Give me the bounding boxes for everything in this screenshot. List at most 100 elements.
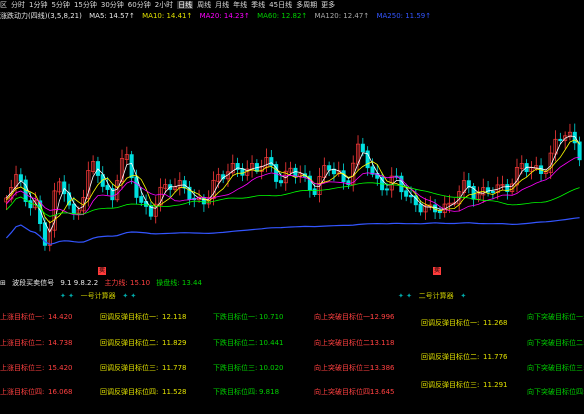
calc-label: 下跌目标位四: — [213, 388, 258, 396]
calc-label: 上涨目标位四: — [0, 388, 45, 396]
calc-row: 回调反弹目标位一: 12.118 — [100, 311, 187, 323]
calculator-2-header: ✦ ✦ 二号计算器 ✦ — [398, 292, 467, 300]
indicator-icon: ⊞ — [0, 279, 6, 287]
moving-average-line — [6, 156, 580, 216]
star-icon: ✦ ✦ — [122, 292, 137, 300]
calculator-1-header: ✦ ✦ 一号计算器 ✦ ✦ — [60, 292, 137, 300]
calc-row: 下跌目标位四: 9.818 — [213, 386, 279, 398]
indicator-value-3: 操盘线: 13.44 — [156, 279, 202, 287]
star-icon: ✦ — [460, 292, 467, 300]
period-tab[interactable]: 45日线 — [269, 1, 292, 9]
ma10-value: MA10: 14.41↑ — [142, 12, 193, 20]
star-icon: ✦ ✦ — [398, 292, 412, 300]
candle-body — [341, 170, 346, 183]
ma-info-bar: 涨跌动力(四线)(3,5,8,21) MA5: 14.57↑ MA10: 14.… — [0, 10, 584, 22]
calc-row: 向下突破目标位二: — [527, 337, 584, 349]
candle-body — [360, 143, 365, 153]
calc-value: 10.020 — [259, 364, 284, 372]
moving-average-line — [5, 217, 580, 246]
period-tab[interactable]: 年线 — [233, 1, 247, 9]
period-tab[interactable]: 5分钟 — [51, 1, 69, 9]
calc-value: 12.118 — [162, 313, 187, 321]
period-toolbar: 区分时 1分钟 5分钟 15分钟 30分钟 60分钟 2小时 日线 周线 月线 年线 季线 45日线 多周… — [0, 0, 584, 10]
period-tab[interactable]: 更多 — [321, 1, 335, 9]
calc-row: 上涨目标位四: 16.068 — [0, 386, 73, 398]
calc-value: 9.818 — [259, 388, 280, 396]
period-tab[interactable]: 多周期 — [296, 1, 317, 9]
period-tab[interactable]: 1分钟 — [29, 1, 47, 9]
calc-label: 向下突破目标位三: — [527, 364, 584, 372]
period-tab[interactable]: 分时 — [11, 1, 25, 9]
calc-value: 13.118 — [370, 339, 395, 347]
candle-body — [572, 131, 577, 144]
calc-row: 向上突破目标位一: 12.996 — [314, 311, 395, 323]
period-tab[interactable]: 30分钟 — [101, 1, 124, 9]
candle-body — [327, 165, 332, 171]
candle-body — [418, 203, 423, 213]
indicator-value-2: 主力线: 15.10 — [104, 279, 151, 287]
calc-row: 下跌目标位一: 10.710 — [213, 311, 284, 323]
calc-value: 10.710 — [259, 313, 284, 321]
indicator-bar: ⊞ 波段买卖信号 9.1 9.8.2.2 主力线: 15.10 操盘线: 13.… — [0, 278, 584, 289]
candle-body — [490, 190, 495, 193]
calc-value: 12.996 — [370, 313, 395, 321]
calc-value: 11.268 — [483, 319, 508, 327]
indicator-name: 波段买卖信号 — [12, 279, 55, 287]
period-tab[interactable]: 日线 — [177, 1, 194, 9]
period-tab[interactable]: 月线 — [215, 1, 229, 9]
ma60-value: MA60: 12.82↑ — [257, 12, 308, 20]
candle-body — [384, 188, 389, 191]
calc-label: 向上突破目标位一: — [314, 313, 373, 321]
calc-label: 回调反弹目标位一: — [421, 319, 480, 327]
calc-label: 回调反弹目标位二: — [100, 339, 159, 347]
ma120-value: MA120: 12.47↑ — [314, 12, 370, 20]
period-tab[interactable]: 季线 — [251, 1, 265, 9]
sell-badge: 卖 — [98, 267, 107, 275]
candle-body — [71, 203, 76, 214]
candle-body — [28, 200, 33, 209]
candlestick-chart[interactable] — [0, 22, 584, 284]
calc-value: 11.776 — [483, 353, 508, 361]
calc-label: 向下突破目标位四: — [527, 388, 584, 396]
calc-row: 向下突破目标位三: — [527, 362, 584, 374]
calc-row: 向上突破目标位四: 13.645 — [314, 386, 395, 398]
candle-body — [105, 185, 110, 190]
calc-label: 下跌目标位二: — [213, 339, 258, 347]
calc-label: 上涨目标位二: — [0, 339, 45, 347]
calc-value: 11.528 — [162, 388, 187, 396]
calc-label: 上涨目标位三: — [0, 364, 45, 372]
sell-badge: 卖 — [433, 267, 442, 275]
calc-row: 下跌目标位三: 10.020 — [213, 362, 284, 374]
calc-value: 13.645 — [370, 388, 395, 396]
calc-value: 11.291 — [483, 381, 508, 389]
calc-label: 回调反弹目标位一: — [100, 313, 159, 321]
calc-row: 上涨目标位二: 14.738 — [0, 337, 73, 349]
period-tab[interactable]: 15分钟 — [74, 1, 97, 9]
calc-row: 回调反弹目标位四: 11.528 — [100, 386, 187, 398]
candle-body — [139, 196, 144, 203]
period-tab[interactable]: 2小时 — [155, 1, 173, 9]
ma5-value: MA5: 14.57↑ — [89, 12, 135, 20]
candle-body — [404, 190, 409, 197]
calc-row: 上涨目标位三: 15.420 — [0, 362, 73, 374]
period-tab[interactable]: 60分钟 — [128, 1, 151, 9]
calc-value: 11.778 — [162, 364, 187, 372]
period-tab[interactable]: 区 — [0, 1, 7, 9]
candle-body — [278, 180, 283, 184]
calc-row: 向上突破目标位三: 13.386 — [314, 362, 395, 374]
ma20-value: MA20: 14.23↑ — [199, 12, 250, 20]
calc-row: 回调反弹目标位一: 11.268 — [421, 317, 508, 329]
star-icon: ✦ ✦ — [60, 292, 74, 300]
calc-value: 10.441 — [259, 339, 284, 347]
ma250-value: MA250: 11.59↑ — [376, 12, 432, 20]
calc-value: 13.386 — [370, 364, 395, 372]
moving-average-line — [6, 182, 580, 217]
calc-label: 回调反弹目标位三: — [421, 381, 480, 389]
calc-row: 向上突破目标位二: 13.118 — [314, 337, 395, 349]
candle-body — [18, 174, 23, 182]
calc-label: 回调反弹目标位二: — [421, 353, 480, 361]
calc-label: 向上突破目标位四: — [314, 388, 373, 396]
period-tab[interactable]: 周线 — [197, 1, 211, 9]
moving-average-line — [6, 135, 580, 234]
candle-body — [182, 180, 187, 189]
